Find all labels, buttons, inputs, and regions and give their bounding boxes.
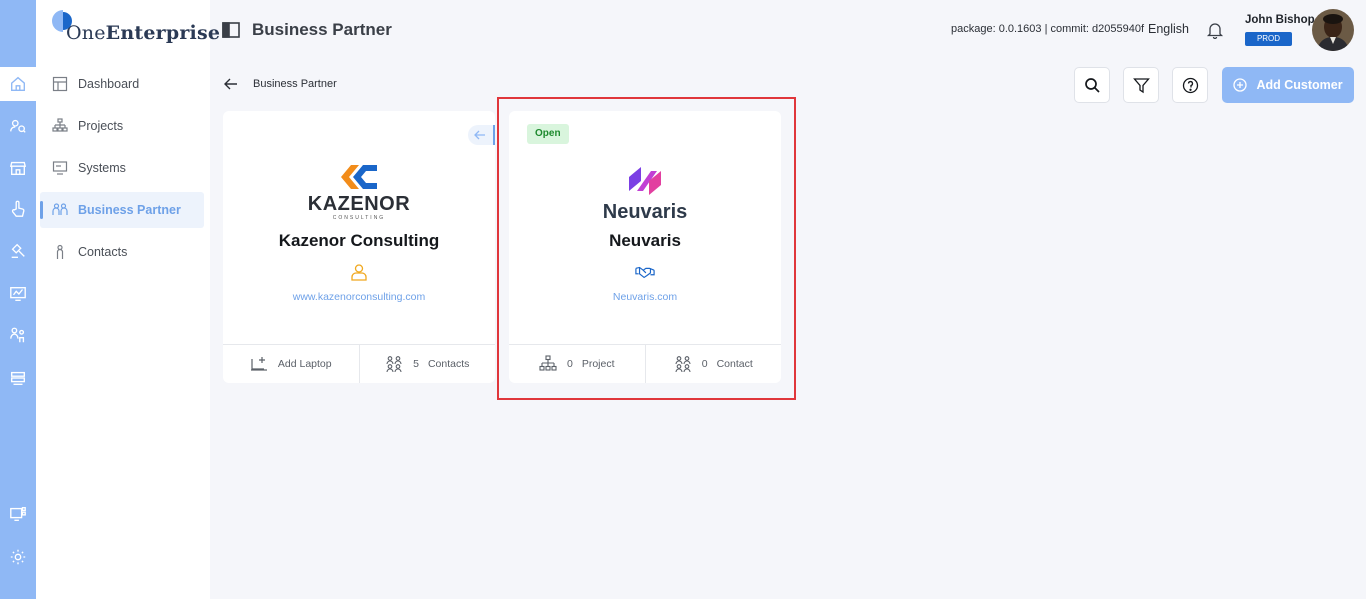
- rail-people-search-icon[interactable]: [0, 109, 36, 143]
- search-button[interactable]: [1074, 67, 1110, 103]
- rail-hand-pointer-icon[interactable]: [0, 192, 36, 226]
- hierarchy-icon: [52, 118, 68, 132]
- arrow-left-icon: [474, 130, 485, 140]
- person-badge-icon: [351, 264, 367, 281]
- logo-mark-icon: [52, 10, 72, 32]
- back-arrow-icon[interactable]: [224, 77, 238, 91]
- sidebar-item-label: Business Partner: [78, 203, 181, 217]
- partner-logo: KAZENOR CONSULTING: [223, 163, 495, 221]
- rail-gear-icon[interactable]: [0, 540, 36, 574]
- user-name: John Bishop: [1245, 14, 1315, 26]
- partner-website-link[interactable]: www.kazenorconsulting.com: [223, 291, 495, 303]
- sidebar-item-label: Dashboard: [78, 77, 140, 91]
- add-laptop-button[interactable]: Add Laptop: [223, 345, 359, 383]
- env-badge: PROD: [1245, 32, 1292, 46]
- selection-highlight: [497, 97, 796, 400]
- package-info: package: 0.0.1603 | commit: d2055940f: [951, 23, 1145, 35]
- laptop-add-icon: [250, 357, 267, 371]
- rail-team-icon[interactable]: [0, 318, 36, 352]
- avatar[interactable]: [1312, 9, 1354, 51]
- filter-icon: [1132, 77, 1150, 93]
- language-selector[interactable]: English: [1148, 22, 1189, 36]
- bell-icon[interactable]: [1206, 21, 1224, 39]
- sidebar-item-label: Projects: [78, 119, 124, 133]
- kazenor-logo-subtext: CONSULTING: [332, 215, 386, 221]
- icon-rail: [0, 0, 36, 599]
- top-header: Business Partner package: 0.0.1603 | com…: [210, 0, 1366, 60]
- sidebar-item-contacts[interactable]: Contacts: [40, 234, 204, 270]
- kazenor-logo-text: KAZENOR: [307, 193, 411, 215]
- sidebar-item-label: Contacts: [78, 245, 128, 259]
- help-button[interactable]: [1172, 67, 1208, 103]
- contacts-count: 5: [413, 358, 419, 370]
- rail-layers-icon[interactable]: [0, 361, 36, 395]
- systems-icon: [52, 161, 68, 175]
- rail-monitor-chart-icon[interactable]: [0, 277, 36, 311]
- partner-name[interactable]: Kazenor Consulting: [223, 231, 495, 251]
- rail-hammer-icon[interactable]: [0, 234, 36, 268]
- rail-home-icon[interactable]: [0, 67, 36, 101]
- search-icon: [1084, 77, 1100, 93]
- filter-button[interactable]: [1123, 67, 1159, 103]
- logo-text: OneEnterprise: [66, 22, 221, 44]
- group-icon: [386, 356, 402, 373]
- dashboard-icon: [52, 76, 68, 92]
- sidebar-item-projects[interactable]: Projects: [40, 108, 204, 144]
- add-customer-label: Add Customer: [1256, 78, 1343, 92]
- app-logo[interactable]: OneEnterprise: [52, 8, 220, 48]
- kazenor-logo-mark: [341, 165, 377, 189]
- page-title: Business Partner: [252, 20, 392, 39]
- partner-card-kazenor[interactable]: KAZENOR CONSULTING Kazenor Consulting ww…: [223, 111, 495, 383]
- help-icon: [1182, 77, 1198, 93]
- add-laptop-label: Add Laptop: [277, 358, 332, 370]
- contacts-label: Contacts: [427, 358, 470, 370]
- contacts-count-button[interactable]: 5 Contacts: [358, 345, 496, 383]
- breadcrumb: Business Partner: [253, 78, 337, 90]
- rail-monitor-grid-icon[interactable]: [0, 497, 36, 531]
- add-customer-button[interactable]: Add Customer: [1222, 67, 1354, 103]
- sidebar-item-systems[interactable]: Systems: [40, 150, 204, 186]
- person-icon: [56, 244, 64, 259]
- sidebar-nav: Dashboard Projects Systems Business Part…: [40, 66, 204, 276]
- sidebar-item-dashboard[interactable]: Dashboard: [40, 66, 204, 102]
- partners-icon: [52, 203, 68, 215]
- card-footer: Add Laptop 5 Contacts: [223, 344, 495, 383]
- card-collapse-toggle[interactable]: [468, 125, 495, 145]
- sidebar-item-business-partner[interactable]: Business Partner: [40, 192, 204, 228]
- rail-store-icon[interactable]: [0, 151, 36, 185]
- sidebar: OneEnterprise Dashboard Projects Systems…: [36, 0, 220, 599]
- sidebar-item-label: Systems: [78, 161, 126, 175]
- add-circle-icon: [1233, 78, 1248, 92]
- sidebar-toggle-icon[interactable]: [222, 22, 240, 38]
